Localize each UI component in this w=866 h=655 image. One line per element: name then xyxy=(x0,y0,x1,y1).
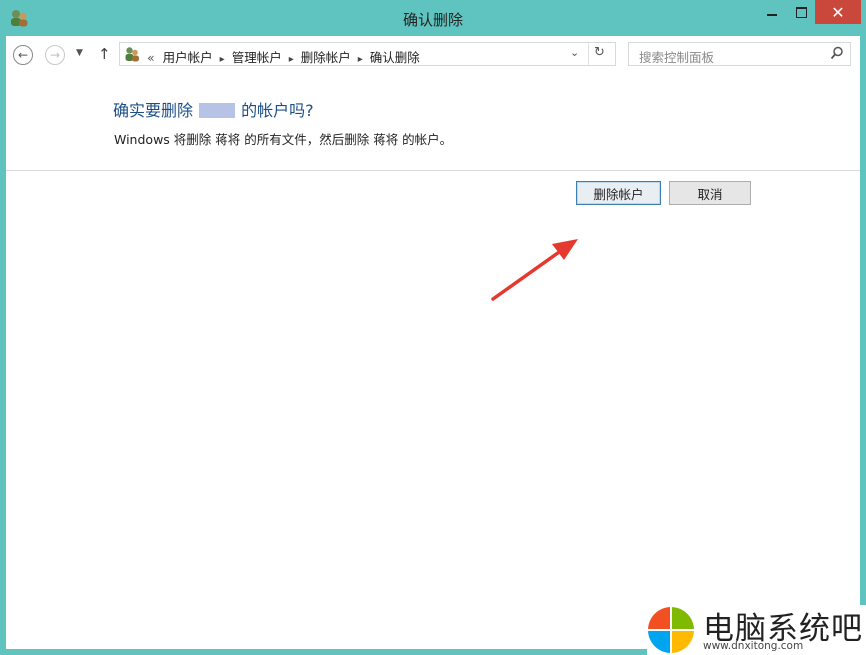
forward-arrow-icon: → xyxy=(49,48,61,62)
logo-quadrant-yellow xyxy=(672,631,694,653)
watermark: 电脑系统吧 www.dnxitong.com xyxy=(647,605,866,655)
redacted-username xyxy=(199,103,236,118)
divider xyxy=(588,43,589,65)
forward-button[interactable]: → xyxy=(45,45,65,65)
logo-quadrant-green xyxy=(672,607,694,629)
navigation-bar: ← → ▼ ↑ «用户帐户 ▸ 管理帐户 ▸ 删除帐户 ▸ 确认删除 ⌄ ↻ 搜索控 xyxy=(6,36,860,74)
back-button[interactable]: ← xyxy=(13,45,33,65)
back-arrow-icon: ← xyxy=(17,48,29,62)
maximize-icon xyxy=(795,6,807,18)
logo-quadrant-blue xyxy=(648,631,670,653)
user-accounts-icon xyxy=(125,47,139,62)
annotation-arrow xyxy=(491,239,578,301)
confirmation-panel: 确实要删除 的帐户吗? Windows 将删除 蒋将 的所有文件，然后删除 蒋将… xyxy=(6,74,860,171)
window: 确认删除 ✕ ← → ▼ ↑ « 用户帐户 ▸ 管理帐户 ▸ 删除帐户 ▸ 确认删除 ⌄ xyxy=(0,0,866,655)
heading-text-start: 确实要删除 xyxy=(113,101,199,120)
delete-account-button[interactable]: 删除帐户 xyxy=(576,181,661,205)
breadcrumb-separator-icon[interactable]: ▸ xyxy=(358,54,363,65)
breadcrumb: « 用户帐户 ▸ 管理帐户 ▸ 删除帐户 ▸ 确认删除 xyxy=(147,47,420,66)
address-dropdown-button[interactable]: ⌄ xyxy=(570,46,579,59)
breadcrumb-manage-accounts[interactable]: 管理帐户 xyxy=(232,50,282,65)
heading-text-end: 的帐户吗? xyxy=(236,101,314,120)
minimize-icon xyxy=(767,14,777,16)
close-icon: ✕ xyxy=(831,2,845,22)
up-button[interactable]: ↑ xyxy=(98,45,111,63)
search-icon[interactable] xyxy=(830,46,844,60)
breadcrumb-confirm-delete[interactable]: 确认删除 xyxy=(370,50,420,65)
delete-description: Windows 将删除 蒋将 的所有文件，然后删除 蒋将 的帐户。 xyxy=(114,132,453,147)
cancel-button[interactable]: 取消 xyxy=(669,181,751,205)
search-box[interactable]: 搜索控制面板 xyxy=(628,42,851,66)
minimize-button[interactable] xyxy=(757,0,787,24)
window-title: 确认删除 xyxy=(402,11,463,29)
address-bar[interactable]: « 用户帐户 ▸ 管理帐户 ▸ 删除帐户 ▸ 确认删除 ⌄ ↻ xyxy=(119,42,616,66)
watermark-url: www.dnxitong.com xyxy=(703,640,804,652)
chevron-down-icon: ▼ xyxy=(76,48,83,58)
maximize-button[interactable] xyxy=(787,0,815,24)
annotation-arrow-head xyxy=(552,239,578,260)
breadcrumb-separator-icon[interactable]: ▸ xyxy=(289,54,294,65)
breadcrumb-separator-icon[interactable]: ▸ xyxy=(220,54,225,65)
logo-quadrant-red xyxy=(648,607,670,629)
refresh-icon: ↻ xyxy=(594,45,605,60)
breadcrumb-delete-account[interactable]: 删除帐户 xyxy=(301,50,351,65)
breadcrumb-overflow[interactable]: « xyxy=(147,50,155,65)
breadcrumb-user-accounts[interactable]: 用户帐户 xyxy=(163,50,213,65)
windows-logo-icon xyxy=(648,607,694,653)
window-client-area: ← → ▼ ↑ «用户帐户 ▸ 管理帐户 ▸ 删除帐户 ▸ 确认删除 ⌄ ↻ 搜索控 xyxy=(6,36,860,649)
refresh-button[interactable]: ↻ xyxy=(594,45,605,60)
page-title: 确实要删除 的帐户吗? xyxy=(113,97,314,121)
up-arrow-icon: ↑ xyxy=(98,45,111,63)
chevron-down-icon: ⌄ xyxy=(570,46,580,59)
recent-locations-button[interactable]: ▼ xyxy=(76,48,83,58)
annotation-arrow-shaft xyxy=(491,248,564,301)
close-button[interactable]: ✕ xyxy=(815,0,861,24)
search-input[interactable]: 搜索控制面板 xyxy=(639,47,714,66)
title-bar[interactable]: 确认删除 ✕ xyxy=(0,0,866,36)
